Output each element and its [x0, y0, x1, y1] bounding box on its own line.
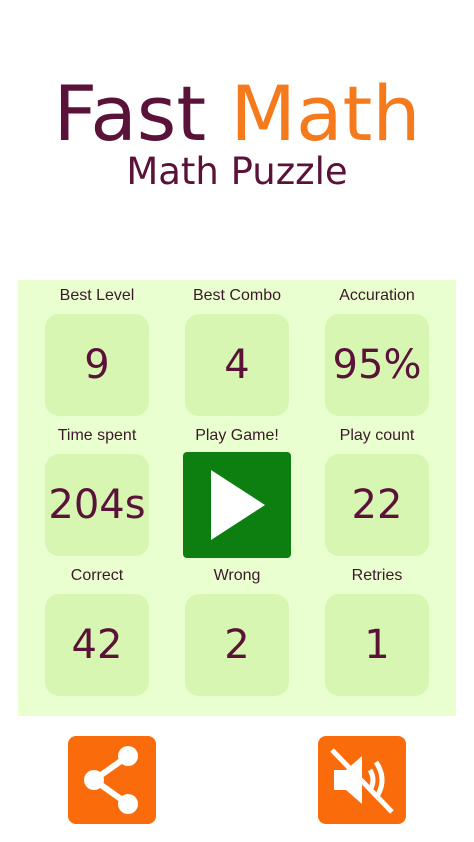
app-title-word-math: Math [230, 69, 421, 158]
stats-panel: Best Level 9 Best Combo 4 Accuration 95%… [18, 280, 456, 716]
stat-accuration-label: Accuration [339, 287, 415, 304]
stat-accuration-value: 95% [325, 314, 429, 416]
app-subtitle: Math Puzzle [126, 150, 348, 193]
app-title: Fast Math [0, 72, 474, 156]
stat-time-spent-value: 204s [45, 454, 149, 556]
share-icon [84, 746, 138, 814]
play-game-button[interactable] [183, 452, 291, 558]
sound-muted-icon [330, 748, 394, 814]
stat-retries-value: 1 [325, 594, 429, 696]
stat-wrong-value: 2 [185, 594, 289, 696]
stat-best-combo-label: Best Combo [192, 287, 282, 304]
stat-correct-label: Correct [70, 567, 124, 584]
sound-toggle-button[interactable] [318, 736, 406, 824]
stat-play-count-value: 22 [325, 454, 429, 556]
stat-best-combo-value: 4 [185, 314, 289, 416]
share-button[interactable] [68, 736, 156, 824]
stat-play-count-label: Play count [339, 427, 415, 444]
stat-retries-label: Retries [351, 567, 403, 584]
app-title-word-fast: Fast [53, 69, 207, 158]
stat-best-level-value: 9 [45, 314, 149, 416]
stat-time-spent-label: Time spent [57, 427, 137, 444]
stat-correct-value: 42 [45, 594, 149, 696]
play-icon [211, 470, 265, 540]
play-game-label: Play Game! [195, 427, 279, 444]
stat-wrong-label: Wrong [213, 567, 261, 584]
stat-best-level-label: Best Level [59, 287, 135, 304]
